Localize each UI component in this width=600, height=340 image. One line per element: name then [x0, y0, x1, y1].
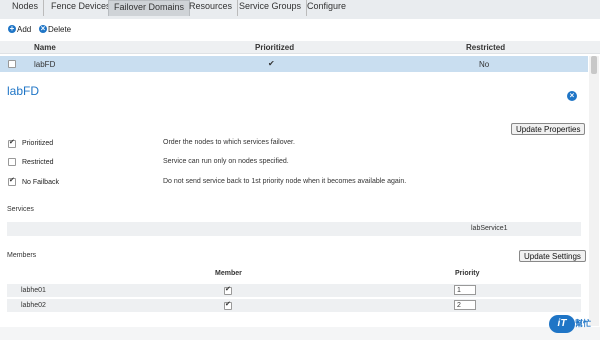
- row-name: labFD: [34, 60, 56, 69]
- no-failback-label: No Failback: [22, 179, 59, 186]
- logo-mark: iT: [549, 315, 575, 333]
- restricted-desc: Service can run only on nodes specified.: [163, 158, 289, 165]
- domains-table-header: Name Prioritized Restricted: [0, 41, 600, 54]
- add-label: Add: [17, 25, 32, 34]
- tab-resources[interactable]: Resources: [184, 0, 239, 16]
- update-settings-button[interactable]: Update Settings: [519, 250, 586, 262]
- member-name: labhe01: [21, 287, 46, 294]
- col-member: Member: [215, 270, 242, 277]
- restricted-checkbox[interactable]: [8, 158, 16, 166]
- add-button[interactable]: + Add: [8, 25, 31, 35]
- members-title: Members: [7, 252, 37, 259]
- row-checkbox[interactable]: [8, 60, 16, 68]
- delete-button[interactable]: × Delete: [39, 25, 71, 35]
- members-table-header: Member Priority: [7, 268, 581, 280]
- close-detail-icon[interactable]: ×: [567, 91, 577, 101]
- scrollbar[interactable]: [589, 56, 599, 326]
- member-checkbox[interactable]: [224, 300, 232, 310]
- toolbar: + Add × Delete: [0, 22, 600, 38]
- table-row: labhe02 2: [7, 299, 581, 312]
- col-restricted: Restricted: [466, 43, 506, 52]
- col-priority: Priority: [455, 270, 480, 277]
- close-icon: ×: [39, 24, 47, 33]
- delete-label: Delete: [48, 25, 72, 34]
- table-row[interactable]: labFD ✔ No: [0, 56, 588, 72]
- plus-icon: +: [8, 24, 16, 33]
- services-title: Services: [7, 206, 34, 213]
- service-row: labService1: [7, 222, 581, 236]
- tab-nodes[interactable]: Nodes: [7, 0, 45, 16]
- bottom-bar: [0, 327, 600, 340]
- update-properties-button[interactable]: Update Properties: [511, 123, 586, 135]
- restricted-label: Restricted: [22, 159, 54, 166]
- prioritized-label: Prioritized: [22, 140, 54, 147]
- priority-input[interactable]: 1: [454, 285, 476, 295]
- member-checkbox[interactable]: [224, 285, 232, 295]
- logo-text: 幫忙: [575, 319, 591, 328]
- prioritized-checkbox[interactable]: [8, 138, 16, 148]
- watermark-logo: iT 幫忙: [545, 313, 595, 335]
- no-failback-checkbox[interactable]: [8, 176, 16, 186]
- member-name: labhe02: [21, 302, 46, 309]
- prioritized-desc: Order the nodes to which services failov…: [163, 139, 295, 146]
- tab-fence-devices[interactable]: Fence Devices: [46, 0, 117, 16]
- col-name: Name: [34, 43, 56, 52]
- service-name: labService1: [471, 225, 508, 232]
- tab-configure[interactable]: Configure: [302, 0, 351, 16]
- priority-input[interactable]: 2: [454, 300, 476, 310]
- tab-service-groups[interactable]: Service Groups: [234, 0, 308, 16]
- tab-bar: Nodes Fence Devices Failover Domains Res…: [0, 0, 600, 16]
- row-prioritized-check-icon: ✔: [268, 59, 275, 68]
- detail-title: labFD: [7, 84, 40, 98]
- col-prioritized: Prioritized: [255, 43, 295, 52]
- scrollbar-thumb[interactable]: [591, 56, 597, 74]
- no-failback-desc: Do not send service back to 1st priority…: [163, 178, 407, 185]
- tab-failover-domains[interactable]: Failover Domains: [108, 0, 191, 16]
- table-row: labhe01 1: [7, 284, 581, 297]
- row-restricted: No: [479, 60, 490, 69]
